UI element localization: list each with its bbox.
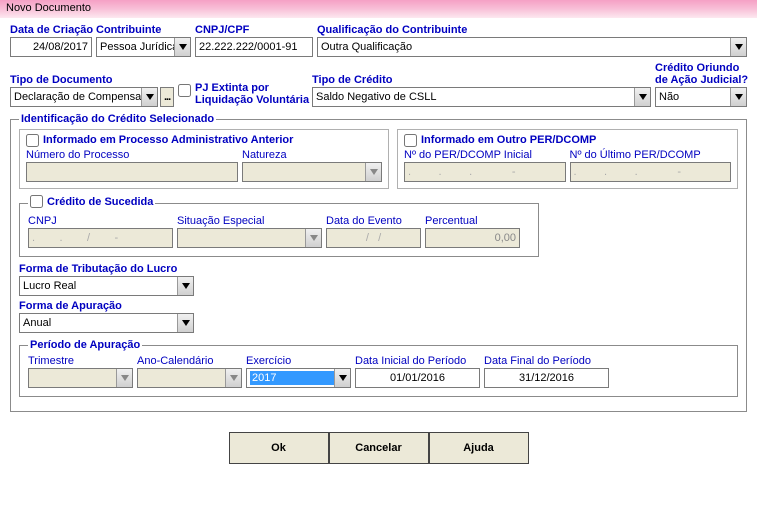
select-forma-trib[interactable]: Lucro Real	[19, 276, 194, 296]
label-sucedida-cnpj: CNPJ	[28, 215, 173, 227]
label-data-final: Data Final do Período	[484, 355, 609, 367]
chevron-down-icon	[174, 38, 190, 56]
cancel-button[interactable]: Cancelar	[329, 432, 429, 464]
label-forma-apur: Forma de Apuração	[19, 300, 194, 312]
input-data-inicial[interactable]	[355, 368, 480, 388]
select-qualificacao[interactable]: Outra Qualificação	[317, 37, 747, 57]
label-trimestre: Trimestre	[28, 355, 133, 367]
chevron-down-icon	[730, 88, 746, 106]
label-outro-perdcomp: Informado em Outro PER/DCOMP	[421, 134, 596, 146]
label-ano: Ano-Calendário	[137, 355, 242, 367]
input-data-evento	[326, 228, 421, 248]
ok-button[interactable]: Ok	[229, 432, 329, 464]
label-cnpj-cpf: CNPJ/CPF	[195, 24, 313, 36]
select-exercicio[interactable]: 2017	[246, 368, 351, 388]
box-outro-perdcomp: Informado em Outro PER/DCOMP Nº do PER/D…	[397, 129, 738, 189]
label-exercicio: Exercício	[246, 355, 351, 367]
legend-identificacao: Identificação do Crédito Selecionado	[19, 113, 216, 125]
select-credito-judicial[interactable]: Não	[655, 87, 747, 107]
input-data-final[interactable]	[484, 368, 609, 388]
label-perdcomp-ultimo: Nº do Último PER/DCOMP	[570, 149, 732, 161]
select-contribuinte[interactable]: Pessoa Jurídica	[96, 37, 191, 57]
input-sucedida-cnpj	[28, 228, 173, 248]
label-perdcomp-inicial: Nº do PER/DCOMP Inicial	[404, 149, 566, 161]
label-situacao: Situação Especial	[177, 215, 322, 227]
label-contribuinte: Contribuinte	[96, 24, 191, 36]
row-informado: Informado em Processo Administrativo Ant…	[19, 129, 738, 189]
row-basic: Data de Criação Contribuinte Pessoa Jurí…	[10, 24, 747, 57]
select-ano	[137, 368, 242, 388]
select-tipo-credito[interactable]: Saldo Negativo de CSLL	[312, 87, 651, 107]
label-data-criacao: Data de Criação	[10, 24, 92, 36]
label-data-inicial: Data Inicial do Período	[355, 355, 480, 367]
label-data-evento: Data do Evento	[326, 215, 421, 227]
button-bar: Ok Cancelar Ajuda	[10, 432, 747, 464]
input-num-processo	[26, 162, 238, 182]
label-credito-judicial: Crédito Oriundo de Ação Judicial?	[655, 63, 747, 86]
group-identificacao: Identificação do Crédito Selecionado Inf…	[10, 113, 747, 412]
select-trimestre	[28, 368, 133, 388]
select-natureza	[242, 162, 382, 182]
select-situacao	[177, 228, 322, 248]
input-percentual	[425, 228, 520, 248]
label-tipo-doc: Tipo de Documento	[10, 74, 174, 86]
chevron-down-icon	[305, 229, 321, 247]
input-cnpj-cpf[interactable]	[195, 37, 313, 57]
label-pj-extinta: PJ Extinta por Liquidação Voluntária	[195, 83, 309, 106]
chevron-down-icon	[116, 369, 132, 387]
check-sucedida[interactable]	[30, 195, 43, 208]
chevron-down-icon	[634, 88, 650, 106]
check-proc-admin[interactable]	[26, 134, 39, 147]
label-forma-trib: Forma de Tributação do Lucro	[19, 263, 194, 275]
row-doc-type: Tipo de Documento Declaração de Compensa…	[10, 63, 747, 107]
label-num-processo: Número do Processo	[26, 149, 238, 161]
group-sucedida: Crédito de Sucedida CNPJ Situação Especi…	[19, 195, 539, 257]
check-pj-extinta[interactable]	[178, 84, 191, 97]
input-data-criacao[interactable]	[10, 37, 92, 57]
label-natureza: Natureza	[242, 149, 382, 161]
select-tipo-doc[interactable]: Declaração de Compensa	[10, 87, 158, 107]
chevron-down-icon	[141, 88, 157, 106]
input-perdcomp-ultimo	[570, 162, 732, 182]
box-proc-admin: Informado em Processo Administrativo Ant…	[19, 129, 389, 189]
options-button[interactable]: ...	[160, 87, 174, 107]
legend-sucedida: Crédito de Sucedida	[28, 195, 155, 211]
form-content: Data de Criação Contribuinte Pessoa Jurí…	[0, 18, 757, 470]
legend-periodo: Período de Apuração	[28, 339, 142, 351]
dots-icon: ...	[164, 91, 170, 103]
chevron-down-icon	[225, 369, 241, 387]
chevron-down-icon	[177, 314, 193, 332]
label-proc-admin: Informado em Processo Administrativo Ant…	[43, 134, 293, 146]
title-bar: Novo Documento	[0, 0, 757, 18]
chevron-down-icon	[177, 277, 193, 295]
check-outro-perdcomp[interactable]	[404, 134, 417, 147]
chevron-down-icon	[365, 163, 381, 181]
group-periodo: Período de Apuração Trimestre Ano-Calend…	[19, 339, 738, 397]
chevron-down-icon	[334, 369, 350, 387]
help-button[interactable]: Ajuda	[429, 432, 529, 464]
input-perdcomp-inicial	[404, 162, 566, 182]
label-tipo-credito: Tipo de Crédito	[312, 74, 651, 86]
select-forma-apur[interactable]: Anual	[19, 313, 194, 333]
chevron-down-icon	[730, 38, 746, 56]
label-qualificacao: Qualificação do Contribuinte	[317, 24, 747, 36]
window-title: Novo Documento	[6, 2, 91, 14]
label-percentual: Percentual	[425, 215, 520, 227]
